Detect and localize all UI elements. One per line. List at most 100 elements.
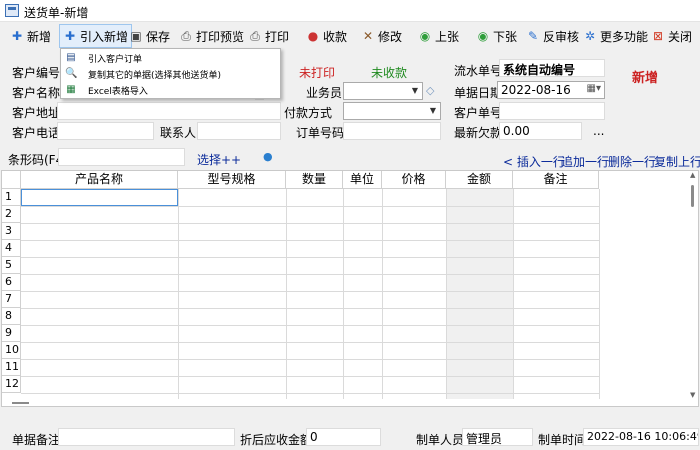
menu-item-excel-import[interactable]: ▦ Excel表格导入 xyxy=(61,82,280,98)
plus-icon: ✚ xyxy=(11,29,23,43)
import-new-button[interactable]: ✚ 引入新增 xyxy=(59,24,133,48)
more-functions-button-label: 更多功能 xyxy=(600,29,649,44)
printer-icon: ⎙ xyxy=(250,29,260,43)
row-number[interactable]: 2 xyxy=(2,206,21,223)
row-number[interactable]: 12 xyxy=(2,376,21,393)
payment-icon: ● xyxy=(307,29,319,43)
eraser-icon[interactable]: ◇ xyxy=(426,84,434,97)
column-header[interactable]: 产品名称 xyxy=(21,171,178,189)
row-number[interactable]: 6 xyxy=(2,274,21,291)
add-row-link[interactable]: 追加一行 xyxy=(561,153,609,170)
customer-phone-label: 客户电话 xyxy=(12,126,61,140)
row-number[interactable]: 8 xyxy=(2,308,21,325)
save-button-label: 保存 xyxy=(146,29,171,44)
save-button[interactable]: ▣ 保存 xyxy=(126,23,173,49)
contact-field[interactable] xyxy=(197,122,281,140)
payment-button-label: 收款 xyxy=(323,29,348,44)
customer-address-label: 客户地址 xyxy=(12,106,61,120)
print-button[interactable]: ⎙ 打印 xyxy=(245,23,292,49)
row-number[interactable]: 4 xyxy=(2,240,21,257)
row-number[interactable]: 10 xyxy=(2,342,21,359)
grid-line xyxy=(21,240,599,241)
plus-icon: ✚ xyxy=(64,29,76,43)
next-button[interactable]: ◉ 下张 xyxy=(473,23,520,49)
toolbar: ✚ 新增 ✚ 引入新增 ▣ 保存 ⎙ 打印预览 ⎙ 打印 ● 收款 ✕ 修改 ◉… xyxy=(0,23,700,49)
import-menu: ▤ 引入客户订单 🔍 复制其它的单据(选择其他送货单) ▦ Excel表格导入 xyxy=(60,48,281,99)
payment-method-label: 付款方式 xyxy=(284,106,333,120)
close-button[interactable]: ⊠ 关闭 xyxy=(648,23,695,49)
menu-item-import-order[interactable]: ▤ 引入客户订单 xyxy=(61,50,280,66)
unaudit-button[interactable]: ✎ 反审核 xyxy=(523,23,582,49)
print-preview-button-label: 打印预览 xyxy=(196,29,245,44)
row-number[interactable]: 7 xyxy=(2,291,21,308)
customer-phone-field[interactable] xyxy=(57,122,154,140)
grid-line xyxy=(21,223,599,224)
created-time-label: 制单时间 xyxy=(538,433,587,447)
selected-cell[interactable] xyxy=(21,189,178,206)
print-status: 未打印 xyxy=(299,66,336,80)
insert-row-link[interactable]: < 插入一行 xyxy=(503,153,565,170)
order-no-field[interactable] xyxy=(343,122,441,140)
column-header[interactable]: 备注 xyxy=(513,171,599,189)
vertical-scrollbar[interactable]: ▲ ▼ xyxy=(688,171,698,406)
customer-doc-label: 客户单号 xyxy=(454,106,503,120)
delete-row-link[interactable]: 删除一行 xyxy=(608,153,656,170)
creator-field: 管理员 xyxy=(462,428,533,446)
next-icon: ◉ xyxy=(477,29,489,43)
order-icon: ▤ xyxy=(66,52,76,63)
chevron-down-icon: ▼ xyxy=(411,86,418,95)
new-button-label: 新增 xyxy=(27,29,52,44)
customer-doc-field[interactable] xyxy=(499,102,605,120)
grid-line xyxy=(21,376,599,377)
payment-button[interactable]: ● 收款 xyxy=(303,23,350,49)
row-number[interactable]: 5 xyxy=(2,257,21,274)
column-header[interactable]: 价格 xyxy=(382,171,446,189)
payment-method-select[interactable]: ▼ xyxy=(343,102,441,120)
serial-no-label: 流水单号 xyxy=(454,64,503,78)
row-number[interactable]: 11 xyxy=(2,359,21,376)
print-preview-button[interactable]: ⎙ 打印预览 xyxy=(176,23,247,49)
row-number[interactable]: 3 xyxy=(2,223,21,240)
grid-line xyxy=(599,189,600,406)
calendar-icon[interactable]: ▦▾ xyxy=(587,83,601,94)
close-icon: ⊠ xyxy=(652,29,664,43)
select-plus-button[interactable]: 选择++ xyxy=(197,151,241,168)
horizontal-scrollbar[interactable] xyxy=(2,399,688,406)
column-header[interactable]: 型号规格 xyxy=(178,171,286,189)
row-number[interactable]: 1 xyxy=(2,189,21,206)
copy-prev-row-link[interactable]: 复制上行 xyxy=(654,153,700,170)
menu-item-copy-document[interactable]: 🔍 复制其它的单据(选择其他送货单) xyxy=(61,66,280,82)
column-header[interactable]: 单位 xyxy=(343,171,382,189)
scroll-down-icon[interactable]: ▼ xyxy=(690,391,695,399)
next-button-label: 下张 xyxy=(493,29,518,44)
more-functions-button[interactable]: ✲ 更多功能 xyxy=(580,23,651,49)
column-header[interactable]: 金额 xyxy=(446,171,513,189)
more-button[interactable]: ... xyxy=(593,124,604,138)
menu-item-label: 引入客户订单 xyxy=(88,55,143,65)
latest-debt-label: 最新欠款 xyxy=(454,126,503,140)
serial-no-field[interactable]: 系统自动编号 xyxy=(499,59,605,77)
prev-button[interactable]: ◉ 上张 xyxy=(415,23,462,49)
hscroll-thumb[interactable] xyxy=(12,402,29,404)
row-number[interactable]: 9 xyxy=(2,325,21,342)
grid-line xyxy=(382,189,383,406)
order-no-label: 订单号码 xyxy=(296,126,345,140)
customer-code-label: 客户编号 xyxy=(12,66,61,80)
customer-name-label: 客户名称 xyxy=(12,86,61,100)
new-button[interactable]: ✚ 新增 xyxy=(7,23,54,49)
globe-icon[interactable]: ● xyxy=(263,150,273,163)
scroll-up-icon[interactable]: ▲ xyxy=(690,171,695,179)
payment-status: 未收款 xyxy=(371,66,408,80)
barcode-input[interactable] xyxy=(58,148,185,166)
customer-address-field[interactable] xyxy=(57,102,281,120)
column-header[interactable]: 数量 xyxy=(286,171,343,189)
scroll-thumb[interactable] xyxy=(691,185,694,207)
app-icon xyxy=(5,4,19,17)
items-table: 产品名称 型号规格 数量 单位 价格 金额 备注 1 2 3 4 5 6 7 8… xyxy=(1,170,699,407)
modify-button[interactable]: ✕ 修改 xyxy=(358,23,405,49)
remark-field[interactable] xyxy=(58,428,235,446)
doc-date-field[interactable]: 2022-08-16 ▦▾ xyxy=(497,81,605,99)
grid-line xyxy=(343,189,344,406)
remark-label: 单据备注 xyxy=(12,433,61,447)
salesperson-select[interactable]: ▼ xyxy=(343,82,423,100)
